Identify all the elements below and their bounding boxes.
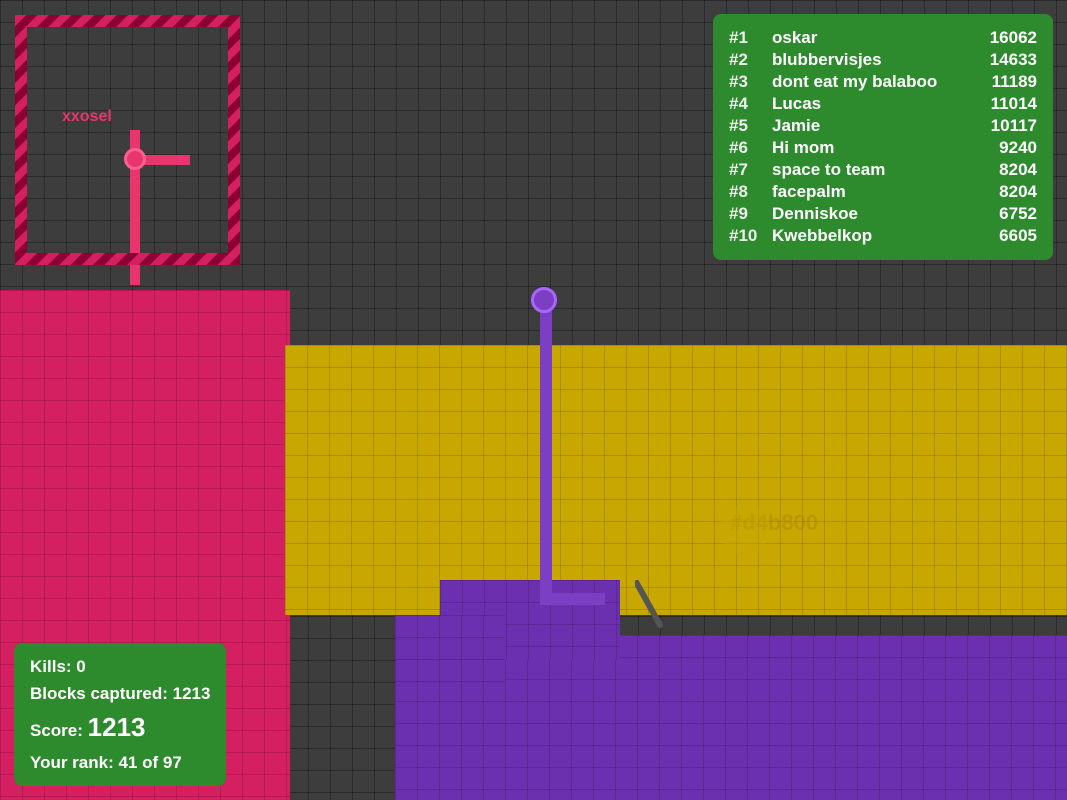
- lb-name: Hi mom: [772, 138, 969, 158]
- trail-purple-h: [540, 593, 605, 605]
- lb-rank: #9: [729, 204, 764, 224]
- lb-name: facepalm: [772, 182, 969, 202]
- lb-score: 8204: [977, 160, 1037, 180]
- leaderboard-row: #8 facepalm 8204: [729, 182, 1037, 202]
- rank-stat: Your rank: 41 of 97: [30, 749, 210, 776]
- yellow-player-ghost: [720, 505, 770, 555]
- diagonal-mark: [635, 580, 665, 635]
- score-label: Score:: [30, 721, 83, 740]
- leaderboard-row: #6 Hi mom 9240: [729, 138, 1037, 158]
- stats-box: Kills: 0 Blocks captured: 1213 Score: 12…: [14, 643, 226, 786]
- player-name-label: xxosel: [62, 108, 112, 126]
- lb-rank: #2: [729, 50, 764, 70]
- lb-name: dont eat my balaboo: [772, 72, 969, 92]
- lb-rank: #6: [729, 138, 764, 158]
- lb-name: oskar: [772, 28, 969, 48]
- lb-score: 16062: [977, 28, 1037, 48]
- leaderboard-rows: #1 oskar 16062 #2 blubbervisjes 14633 #3 dont e…: [729, 28, 1037, 246]
- leaderboard-row: #9 Denniskoe 6752: [729, 204, 1037, 224]
- leaderboard-row: #7 space to team 8204: [729, 160, 1037, 180]
- lb-name: space to team: [772, 160, 969, 180]
- trail-purple-v: [540, 295, 552, 595]
- leaderboard-row: #2 blubbervisjes 14633: [729, 50, 1037, 70]
- lb-rank: #3: [729, 72, 764, 92]
- blocks-stat: Blocks captured: 1213: [30, 680, 210, 707]
- player-dot-red: [124, 148, 146, 170]
- lb-score: 14633: [977, 50, 1037, 70]
- lb-rank: #8: [729, 182, 764, 202]
- lb-score: 11189: [977, 72, 1037, 92]
- territory-yellow-right: [560, 345, 1067, 615]
- kills-stat: Kills: 0: [30, 653, 210, 680]
- territory-yellow-piece1: [285, 345, 395, 413]
- lb-rank: #1: [729, 28, 764, 48]
- lb-name: Kwebbelkop: [772, 226, 969, 246]
- lb-score: 8204: [977, 182, 1037, 202]
- lb-score: 6752: [977, 204, 1037, 224]
- score-value: 1213: [88, 712, 146, 742]
- lb-name: Lucas: [772, 94, 969, 114]
- lb-score: 6605: [977, 226, 1037, 246]
- lb-score: 10117: [977, 116, 1037, 136]
- lb-name: blubbervisjes: [772, 50, 969, 70]
- leaderboard-row: #3 dont eat my balaboo 11189: [729, 72, 1037, 92]
- lb-rank: #5: [729, 116, 764, 136]
- leaderboard-row: #10 Kwebbelkop 6605: [729, 226, 1037, 246]
- lb-rank: #7: [729, 160, 764, 180]
- leaderboard-row: #4 Lucas 11014: [729, 94, 1037, 114]
- leaderboard-row: #5 Jamie 10117: [729, 116, 1037, 136]
- lb-rank: #10: [729, 226, 764, 246]
- game-canvas: #d4b800: [0, 0, 1067, 800]
- leaderboard: #1 oskar 16062 #2 blubbervisjes 14633 #3 dont e…: [713, 14, 1053, 260]
- lb-score: 9240: [977, 138, 1037, 158]
- lb-rank: #4: [729, 94, 764, 114]
- territory-purple-lower-left: [395, 615, 505, 695]
- lb-name: Denniskoe: [772, 204, 969, 224]
- player-dot-purple: [531, 287, 557, 313]
- lb-name: Jamie: [772, 116, 969, 136]
- score-stat: Score: 1213: [30, 707, 210, 749]
- lb-score: 11014: [977, 94, 1037, 114]
- red-border-box: [15, 15, 240, 265]
- leaderboard-row: #1 oskar 16062: [729, 28, 1037, 48]
